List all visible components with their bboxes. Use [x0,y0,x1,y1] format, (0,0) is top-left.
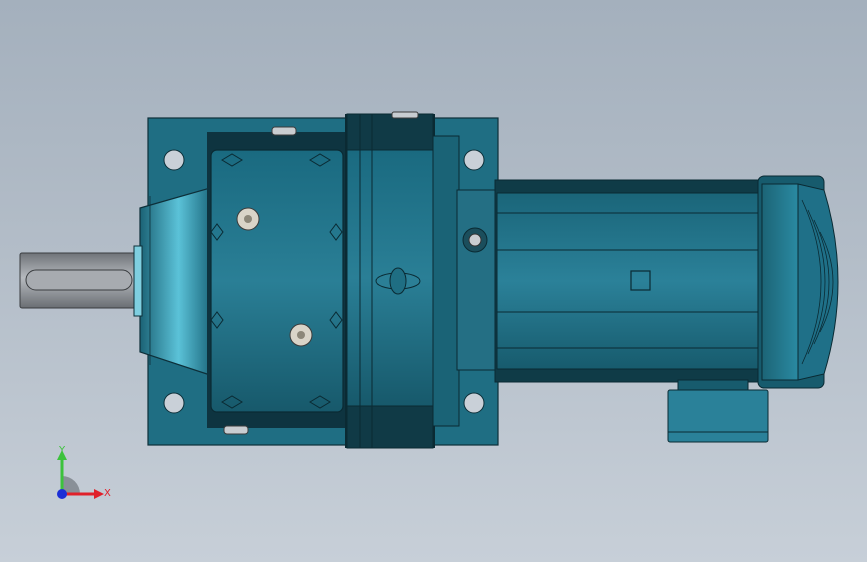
y-axis-label: Y [58,445,66,456]
output-shaft[interactable] [19,252,141,309]
fan-cover[interactable] [757,175,839,389]
gear-motor-model[interactable] [0,0,867,562]
x-axis-arrow-icon [94,489,104,499]
x-axis-label: X [104,488,111,499]
coordinate-triad: Y X [57,445,111,499]
z-axis-dot-icon [57,489,67,499]
motor-body[interactable] [494,179,764,383]
terminal-box[interactable] [667,379,769,443]
gear-housing[interactable] [207,126,347,435]
output-flange[interactable] [133,187,211,376]
coupling-housing[interactable] [345,111,435,449]
cad-graphics-viewport[interactable]: Y X [0,0,867,562]
